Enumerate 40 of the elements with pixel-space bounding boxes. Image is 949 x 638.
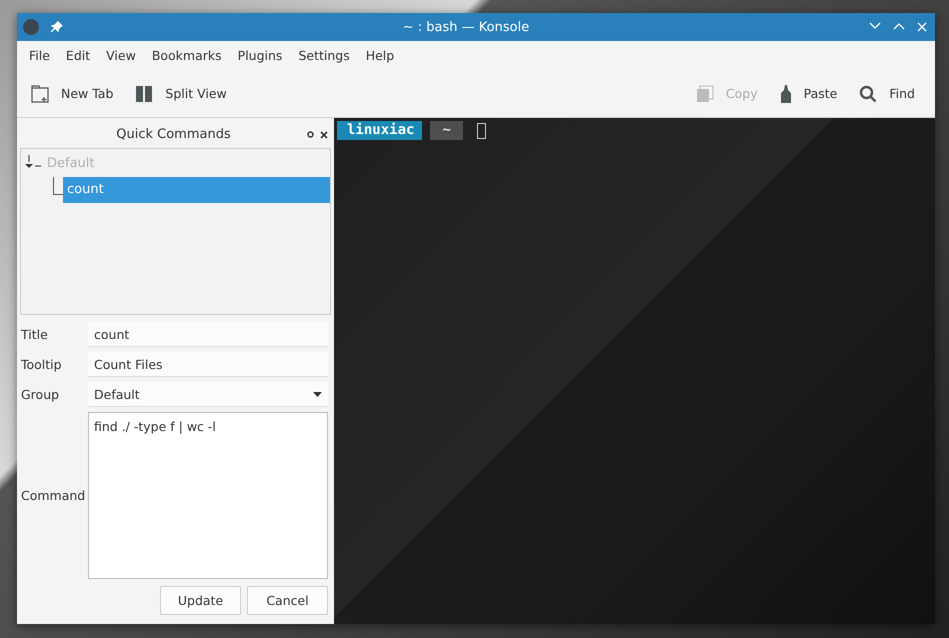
group-dropdown[interactable]: Default bbox=[88, 382, 328, 407]
menu-item[interactable]: View bbox=[98, 48, 144, 63]
toolbar-button[interactable]: Find bbox=[851, 80, 923, 106]
new-tab-icon bbox=[31, 84, 49, 102]
toolbar-button[interactable]: Paste bbox=[772, 80, 846, 106]
menu-item[interactable]: Edit bbox=[58, 48, 98, 63]
field-label: Command bbox=[20, 488, 86, 503]
command-text-area[interactable]: find ./ -type f | wc -l bbox=[88, 412, 328, 579]
float-icon[interactable] bbox=[307, 131, 314, 138]
menu-item[interactable]: File bbox=[21, 48, 58, 63]
dropdown-arrow-icon bbox=[313, 392, 322, 396]
search-icon bbox=[859, 84, 878, 102]
menu-item[interactable]: Plugins bbox=[230, 48, 290, 63]
menu-item[interactable]: Help bbox=[358, 48, 402, 63]
terminal-app-icon[interactable] bbox=[23, 19, 39, 35]
terminal-area[interactable]: linuxiac ~ bbox=[334, 118, 935, 624]
pin-icon[interactable] bbox=[51, 21, 63, 33]
text-field[interactable]: Count Files bbox=[88, 352, 328, 377]
prompt-segment: linuxiac bbox=[337, 121, 422, 140]
panel-title: Quick Commands bbox=[115, 127, 232, 142]
toolbar-button[interactable]: New Tab bbox=[23, 80, 122, 106]
dialog-button[interactable]: Update bbox=[160, 586, 241, 615]
field-label: Tooltip bbox=[20, 357, 63, 372]
minimize-icon[interactable] bbox=[869, 22, 881, 30]
menu-item[interactable]: Settings bbox=[290, 48, 358, 63]
close-icon[interactable] bbox=[320, 130, 328, 138]
bottle-icon bbox=[780, 84, 792, 102]
split-view-icon bbox=[135, 84, 154, 102]
field-label: Group bbox=[20, 387, 60, 402]
prompt-segment: ~ bbox=[430, 121, 463, 140]
field-label: Title bbox=[20, 327, 49, 342]
tree-branch-line bbox=[53, 177, 63, 195]
menu-item[interactable]: Bookmarks bbox=[144, 48, 230, 63]
toolbar-button[interactable]: Split View bbox=[127, 80, 235, 106]
text-field[interactable]: count bbox=[88, 322, 328, 347]
copy-icon bbox=[696, 84, 714, 102]
dialog-button[interactable]: Cancel bbox=[247, 586, 328, 615]
maximize-icon[interactable] bbox=[893, 22, 905, 30]
terminal-cursor bbox=[476, 122, 486, 138]
window-title: ~ : bash — Konsole bbox=[402, 20, 530, 34]
